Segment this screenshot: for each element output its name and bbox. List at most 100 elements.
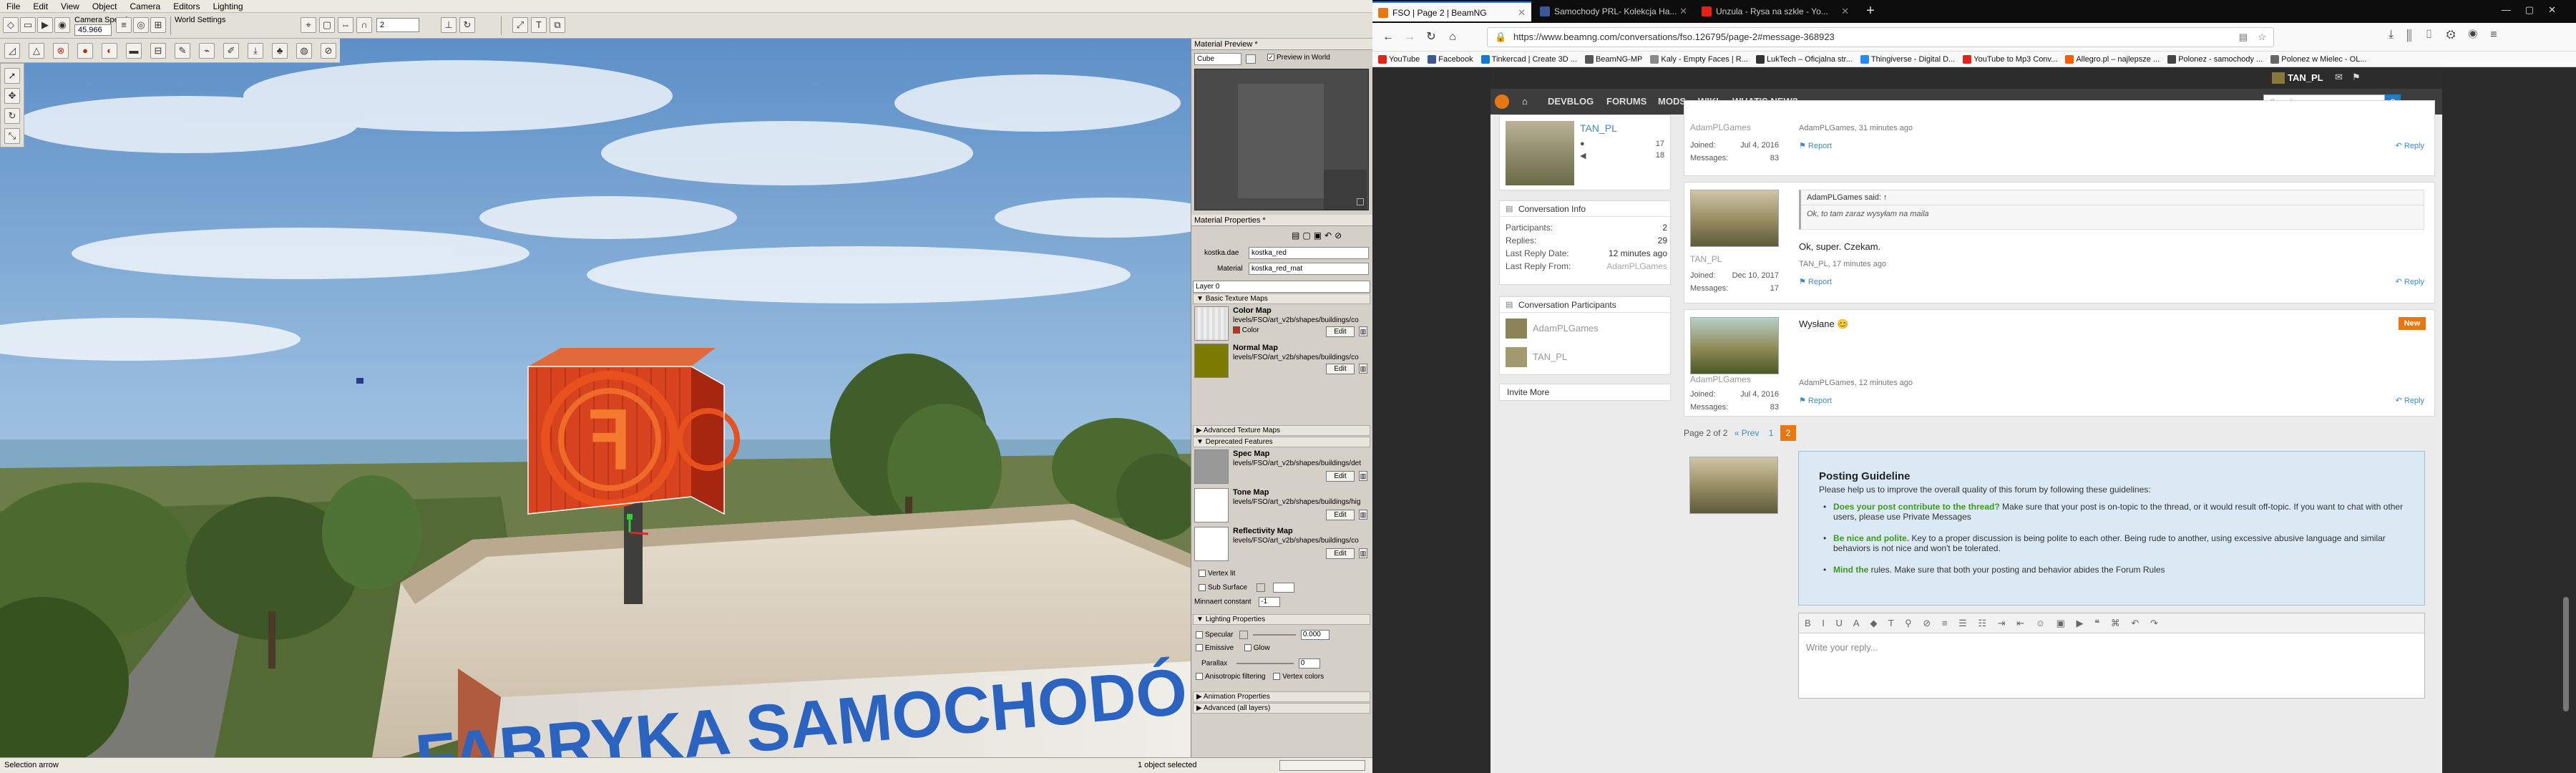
download-icon[interactable]: ⤓ (2389, 29, 2406, 41)
participant-avatar[interactable] (1506, 347, 1527, 367)
deprecated-features-section[interactable]: ▼ Deprecated Features (1193, 437, 1370, 447)
parallax-value-input[interactable]: 0 (1298, 658, 1320, 669)
numbered-list-icon[interactable]: ☷ (1978, 618, 1986, 628)
sidebar-icon[interactable]: ▯ (2424, 29, 2446, 41)
close-tab-icon[interactable]: ✕ (1841, 1, 1849, 21)
brush-icon[interactable]: ⌁ (199, 43, 215, 59)
indent-icon[interactable]: ⇥ (1998, 618, 2006, 628)
menu-icon[interactable]: ≡ (2490, 29, 2509, 41)
forest-icon[interactable]: ♣ (272, 43, 288, 59)
lighting-properties-section[interactable]: ▼ Lighting Properties (1193, 614, 1370, 625)
specular-color-swatch[interactable] (1239, 631, 1249, 639)
forward-icon[interactable]: → (1401, 29, 1418, 46)
status-dropdown[interactable] (1279, 760, 1365, 771)
fit-icon[interactable]: ⤢ (512, 17, 528, 33)
speed-slider-icon[interactable]: ≡ (116, 17, 132, 33)
outdent-icon[interactable]: ⇤ (2016, 618, 2024, 628)
participant-name[interactable]: AdamPLGames (1533, 323, 1599, 334)
nav-forums[interactable]: FORUMS (1606, 89, 1646, 115)
advanced-texture-maps-section[interactable]: ▶ Advanced Texture Maps (1193, 425, 1370, 436)
open-icon[interactable]: ▭ (20, 17, 36, 33)
dae-file-select[interactable]: kostka_red (1249, 247, 1369, 259)
reply-link[interactable]: ↶ Reply (2396, 396, 2424, 405)
scene-render[interactable]: FABRYKA SAMOCHODÓ ꟻ (0, 39, 1191, 757)
bookmark-polonez-mielec[interactable]: Polonez w Mielec - OL... (2270, 52, 2367, 67)
undo-icon[interactable]: ↶ (2131, 618, 2139, 628)
inbox-icon[interactable]: ✉ (2335, 72, 2343, 83)
bookmark-tinkercad[interactable]: Tinkercad | Create 3D ... (1480, 52, 1577, 67)
flatten-icon[interactable]: ⤓ (248, 43, 263, 59)
glow-checkbox[interactable] (1244, 644, 1252, 652)
tone-map-thumbnail[interactable] (1194, 488, 1229, 522)
sub-surface-checkbox[interactable] (1199, 584, 1206, 591)
top-username[interactable]: TAN_PL (2288, 72, 2323, 83)
reply-placeholder[interactable]: Write your reply... (1806, 642, 1878, 653)
bounds-icon[interactable]: ▢ (319, 17, 335, 33)
bookmark-polonez[interactable]: Polonez - samochody ... (2167, 52, 2263, 67)
advanced-all-layers-section[interactable]: ▶ Advanced (all layers) (1193, 703, 1370, 714)
image-icon[interactable]: ▣ (2057, 618, 2065, 628)
material-name-input[interactable]: kostka_red_mat (1249, 263, 1369, 275)
reply-link[interactable]: ↶ Reply (2396, 277, 2424, 286)
grid-icon[interactable]: ⊞ (150, 17, 166, 33)
media-icon[interactable]: ▶ (2077, 618, 2084, 628)
link-icon[interactable]: ⚲ (1905, 618, 1912, 628)
close-tab-icon[interactable]: ✕ (1679, 1, 1687, 21)
menu-object[interactable]: Object (86, 1, 124, 11)
vertex-lit-checkbox[interactable] (1199, 570, 1206, 578)
report-link[interactable]: ⚑ Report (1799, 277, 1832, 286)
world-settings-label[interactable]: World Settings (175, 16, 225, 24)
report-link[interactable]: ⚑ Report (1799, 141, 1832, 150)
beamng-logo-icon[interactable] (1495, 94, 1509, 109)
nav-devblog[interactable]: DEVBLOG (1548, 89, 1594, 115)
copy-icon[interactable]: ▢ (1302, 230, 1313, 240)
specular-slider[interactable] (1253, 634, 1297, 636)
message-timestamp[interactable]: TAN_PL, 17 minutes ago (1799, 260, 1886, 268)
unlink-icon[interactable]: ⊘ (1923, 618, 1931, 628)
camera-speed-input[interactable]: 45.966 (74, 24, 112, 36)
specular-value-input[interactable]: 0.000 (1300, 630, 1330, 640)
spec-map-edit-button[interactable]: Edit (1326, 471, 1355, 482)
tab-youtube[interactable]: Unzula - Rysa na szkle - Yo... ✕ (1696, 1, 1855, 21)
user-card-name[interactable]: TAN_PL (1580, 122, 1617, 134)
bookmark-luktech[interactable]: LukTech – Oficjalna str... (1755, 52, 1853, 67)
layers-icon[interactable]: ⧉ (550, 17, 565, 33)
page-scrollbar[interactable] (2560, 67, 2572, 773)
ruler-icon[interactable]: ⊥ (441, 17, 457, 33)
menu-file[interactable]: File (0, 1, 26, 11)
decal-icon[interactable]: ▬ (126, 43, 142, 59)
last-reply-from-link[interactable]: AdamPLGames (1606, 261, 1667, 271)
font-icon[interactable]: A (1853, 618, 1859, 628)
message-avatar[interactable] (1690, 190, 1779, 247)
color-icon[interactable]: ◆ (1870, 618, 1877, 628)
arrow-select-icon[interactable]: ➚ (4, 68, 20, 84)
tone-map-edit-button[interactable]: Edit (1326, 510, 1355, 520)
emissive-checkbox[interactable] (1196, 644, 1203, 652)
menu-edit[interactable]: Edit (26, 1, 54, 11)
anisotropic-checkbox[interactable] (1196, 673, 1203, 681)
specular-checkbox[interactable] (1196, 631, 1203, 638)
invite-more-link[interactable]: Invite More (1499, 384, 1671, 401)
participant-avatar[interactable] (1506, 319, 1527, 339)
home-icon[interactable]: ⌂ (1444, 29, 1461, 46)
road-icon[interactable]: ⊗ (53, 43, 69, 59)
folder-icon[interactable]: ▤ (1292, 230, 1302, 240)
bookmark-kaly[interactable]: Kaly - Empty Faces | R... (1650, 52, 1748, 67)
participant-name[interactable]: TAN_PL (1533, 351, 1567, 362)
layer-select[interactable]: Layer 0 (1193, 281, 1370, 293)
tab-fso-beamng[interactable]: FSO | Page 2 | BeamNG ✕ (1372, 1, 1531, 21)
normal-map-thumbnail[interactable] (1194, 344, 1229, 378)
close-window-icon[interactable]: ✕ (2548, 4, 2570, 15)
paint-icon[interactable]: ✎ (175, 43, 190, 59)
color-map-thumbnail[interactable] (1194, 306, 1229, 341)
library-icon[interactable]: ⫼ (2406, 29, 2424, 41)
extension-icon[interactable]: ⚙ (2446, 29, 2469, 41)
message-author[interactable]: AdamPLGames (1690, 374, 1751, 384)
preview-shape-select[interactable]: Cube (1194, 53, 1241, 65)
message-author[interactable]: TAN_PL (1690, 254, 1722, 264)
bookmark-thingiverse[interactable]: Thingiverse - Digital D... (1860, 52, 1955, 67)
material-icon[interactable]: ◐ (102, 43, 117, 59)
smiley-icon[interactable]: ☺ (2036, 618, 2045, 628)
maximize-icon[interactable]: ▢ (2525, 4, 2548, 15)
rotate-snap-icon[interactable]: ↻ (459, 17, 475, 33)
